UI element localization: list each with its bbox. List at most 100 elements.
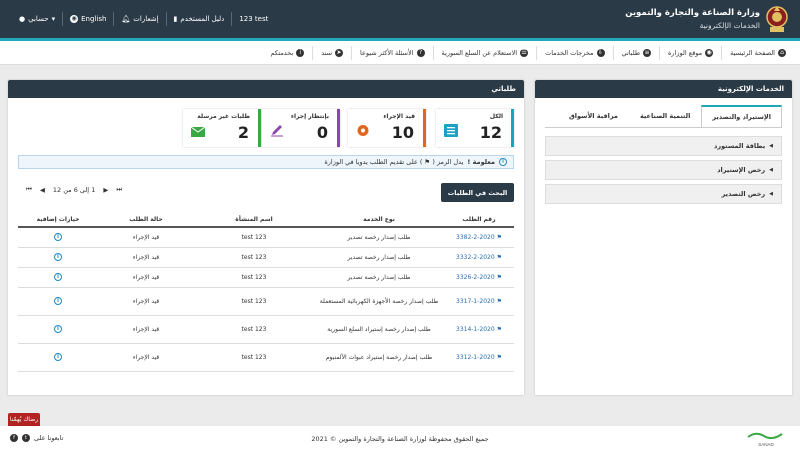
card-value: 0 [316,123,328,142]
request-id[interactable]: 3312-1-2020 [456,354,495,361]
status: قيد الإجراء [98,227,194,248]
info-icon[interactable]: i [54,253,62,261]
requests-title: طلباتي [8,80,524,98]
nav-service-outputs[interactable]: ⇩ مخرجات الخدمات [536,46,612,60]
info-icon[interactable]: i [54,297,62,305]
pencil-icon [271,125,283,137]
globe-icon: ◉ [705,49,714,57]
request-id[interactable]: 3317-1-2020 [456,298,495,305]
nav-label: موقع الوزارة [668,49,703,57]
card-in-progress[interactable]: قيد الإجراء 10 [348,109,426,147]
card-label: طلبات غير مرسلة [197,113,250,120]
organization: test 123 [194,343,314,372]
user-guide-label: دليل المستخدم [180,15,225,23]
flag-icon: ⚑ [494,297,502,305]
options-cell: i [18,287,98,316]
service-importer-card[interactable]: ◀ بطاقة المستورد [545,136,782,156]
feedback-button[interactable]: رضاك يُهمّنا [8,413,40,426]
organization: test 123 [194,267,314,288]
table-row: ⚑ 3314-1-2020 طلب إصدار رخصة إستيراد الس… [18,315,514,344]
nav-my-requests[interactable]: ≡ طلباتي [612,46,660,60]
notifications-link[interactable]: 🔔︎ إشعارات [114,12,167,26]
request-id-link[interactable]: ⚑ 3332-2-2020 [444,247,514,268]
col-service-type: نوع الخدمة [314,212,444,228]
table-row: ⚑ 3317-1-2020 طلب إصدار رخصة الأجهزة الك… [18,287,514,316]
nav-home[interactable]: ⌂ الصفحة الرئيسية [721,46,794,60]
twitter-icon[interactable]: t [22,434,30,442]
service-type: طلب إصدار رخصة إستيراد السلع السورية [314,315,444,344]
request-id[interactable]: 3382-2-2020 [456,234,495,241]
first-page-icon[interactable]: ⏮ [26,185,32,194]
notice-text: يدل الرمز ( ⚑ ) على تقديم الطلب يدويا في… [324,158,464,166]
info-icon[interactable]: i [54,325,62,333]
request-id-link[interactable]: ⚑ 3312-1-2020 [444,343,514,372]
nav-syrian-goods[interactable]: ☰ الاستعلام عن السلع السورية [432,46,537,60]
facebook-icon[interactable]: f [10,434,18,442]
organization: test 123 [194,227,314,248]
flag-icon: ⚑ [494,353,502,361]
main-nav: ⌂ الصفحة الرئيسية ◉ موقع الوزارة ≡ طلباتي ⇩… [0,41,800,65]
nav-label: سند [321,49,333,57]
service-type: طلب إصدار رخصة تصدير [314,247,444,268]
info-icon[interactable]: i [54,233,62,242]
tab-market-control[interactable]: مراقبة الأسواق [558,105,629,128]
output-icon: ⇩ [596,49,605,57]
prev-page-icon[interactable]: ◀ [40,186,45,194]
username-label: 123 test [239,15,269,23]
nav-at-service[interactable]: i بخدمتكم [262,46,312,60]
social-links: f t تابعونا على [10,434,63,442]
username: 123 test [232,12,275,26]
request-id-link[interactable]: ⚑ 3326-2-2020 [444,267,514,288]
flag-icon: ⚑ [494,273,502,281]
last-page-icon[interactable]: ⏭ [116,185,122,194]
book-icon: ▮ [173,15,178,23]
options-cell: i [18,315,98,344]
nav-ministry-site[interactable]: ◉ موقع الوزارة [659,46,721,60]
nav-sanad[interactable]: ➤ سند [312,46,351,60]
flag-icon: ⚑ [494,325,502,333]
card-all[interactable]: الكل 12 [436,109,514,147]
card-value: 2 [237,123,249,142]
user-guide-link[interactable]: ▮ دليل المستخدم [167,12,233,26]
service-export-licenses[interactable]: ◀ رخص التصدير [545,184,782,204]
info-notice: i معلومة ! يدل الرمز ( ⚑ ) على تقديم الط… [18,155,514,169]
card-awaiting-action[interactable]: بإنتظار إجراء 0 [262,109,340,147]
request-id-link[interactable]: ⚑ 3317-1-2020 [444,287,514,316]
info-icon[interactable]: i [54,273,62,281]
language-label: English [81,15,107,23]
request-id-link[interactable]: ⚑ 3382-2-2020 [444,227,514,248]
request-id[interactable]: 3332-2-2020 [456,254,495,261]
next-page-icon[interactable]: ▶ [103,186,108,194]
table-row: ⚑ 3332-2-2020 طلب إصدار رخصة تصدير test … [18,247,514,268]
request-id[interactable]: 3314-1-2020 [456,326,495,333]
service-type: طلب إصدار رخصة الأجهزة الكهربائية المستع… [314,287,444,316]
search-requests-button[interactable]: البحث في الطلبات [441,183,514,202]
tab-import-export[interactable]: الإستيراد والتصدير [701,105,782,128]
sanad-logo: SANAD [747,432,783,447]
service-import-licenses[interactable]: ◀ رخص الإستيراد [545,160,782,180]
table-row: ⚑ 3382-2-2020 طلب إصدار رخصة تصدير test … [18,227,514,248]
status: قيد الإجراء [98,315,194,344]
nav-label: الصفحة الرئيسية [730,49,775,57]
card-unsent[interactable]: طلبات غير مرسلة 2 [183,109,261,147]
follow-label: تابعونا على [34,434,64,442]
account-label: حسابي [28,15,49,23]
list-icon: ≡ [643,49,652,57]
info-icon[interactable]: i [54,353,62,361]
flag-icon: ⚑ [494,253,502,261]
request-id[interactable]: 3326-2-2020 [456,274,495,281]
ministry-name: وزارة الصناعة والتجارة والتموين [625,8,760,18]
tab-industrial-development[interactable]: التنمية الصناعية [629,105,701,128]
nav-label: الأسئلة الأكثر شيوعا [360,49,414,57]
nav-label: مخرجات الخدمات [545,49,594,57]
table-row: ⚑ 3326-2-2020 طلب إصدار رخصة تصدير test … [18,267,514,288]
search-list-icon: ☰ [520,49,529,57]
options-cell: i [18,247,98,268]
account-menu[interactable]: ● حسابي ▾ [12,12,64,26]
nav-faq[interactable]: ? الأسئلة الأكثر شيوعا [351,46,432,60]
language-switch[interactable]: ◉ English [63,12,115,26]
globe-icon: ◉ [70,15,79,23]
site-subtitle: الخدمات الإلكترونية [699,21,760,30]
request-id-link[interactable]: ⚑ 3314-1-2020 [444,315,514,344]
sanad-label: SANAD [758,442,774,447]
